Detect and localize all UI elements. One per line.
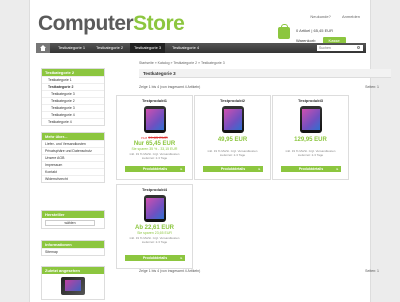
categories-title: Testkategorie 2 [42,69,104,76]
listing-info-top: Zeige 1 bis 4 (von insgesamt 4 Artikeln)… [139,85,379,89]
old-price: nur 99,65 EUR [117,135,192,140]
product-details-button[interactable]: Produktdetails [125,255,185,261]
product-name[interactable]: Testprodukt2 [195,98,270,103]
category-item[interactable]: Testkategorie 3 [42,90,104,97]
top-links: Neukunde? Anmelden [300,14,360,19]
home-icon[interactable] [36,43,50,53]
breadcrumb: Startseite » Katalog » Testkategorie 2 »… [139,61,225,65]
product-image[interactable] [299,106,322,133]
product-image[interactable] [221,106,244,133]
nav-item-2[interactable]: Testkategorie 2 [92,43,127,53]
page: ComputerStore Neukunde? Anmelden 0 Artik… [29,0,391,302]
product-image[interactable] [143,195,166,222]
info-link[interactable]: Widerrufsrecht [42,175,104,182]
product-thumbnail[interactable] [61,277,85,295]
product-price: 129,95 EUR [294,137,327,143]
old-price-value: 99,65 EUR [148,135,168,140]
info-link[interactable]: Impressum [42,161,104,168]
product-name[interactable]: Testprodukt3 [273,98,348,103]
old-price-label: nur [141,135,148,140]
product-name[interactable]: Testprodukt1 [117,98,192,103]
page-title: Testkategorie 3 [139,69,391,78]
shopping-bag-icon[interactable] [278,24,290,39]
more-about-box: Mehr über... Liefer- und Versandkosten P… [41,132,105,183]
category-item[interactable]: Testkategorie 1 [42,76,104,83]
logo-text-store: Store [133,12,185,35]
nav-item-1[interactable]: Testkategorie 1 [54,43,89,53]
category-item[interactable]: Testkategorie 2 [42,97,104,104]
savings: Sie sparen 35 % - 33,15 EUR [131,147,178,151]
recently-viewed-box: Zuletzt angesehen [41,266,105,300]
more-about-title: Mehr über... [42,133,104,140]
sitemap-link[interactable]: Sitemap [42,248,104,255]
shipping-time: Lieferzeit: 2-3 Tage [219,153,246,157]
manufacturer-select[interactable]: wählen [45,220,95,226]
product-details-button[interactable]: Produktdetails [203,166,263,172]
store-logo[interactable]: ComputerStore [38,12,185,36]
info-link[interactable]: Privatsphäre und Datenschutz [42,147,104,154]
category-item[interactable]: Testkategorie 2 [42,83,104,90]
logo-text-computer: Computer [38,12,134,35]
shipping-time: Lieferzeit: 2-3 Tage [141,156,168,160]
information-title: Informationen [42,241,104,248]
category-item[interactable]: Testkategorie 3 [42,104,104,111]
product-card[interactable]: Testprodukt2 49,95 EUR inkl. 19 % MwSt. … [194,95,271,180]
info-link[interactable]: Liefer- und Versandkosten [42,140,104,147]
savings: Sie sparen 23,65 EUR [137,231,172,235]
info-link[interactable]: Unsere AGB [42,154,104,161]
listing-count: Zeige 1 bis 4 (von insgesamt 4 Artikeln) [139,85,201,89]
cart-summary: 0 Artikel | 65,45 EUR [296,28,334,33]
pager[interactable]: Seiten: 1 [365,269,379,273]
recently-viewed-title: Zuletzt angesehen [42,267,104,274]
product-image[interactable] [143,106,166,133]
product-card[interactable]: Testprodukt4 Ab 22,61 EUR Sie sparen 23,… [116,184,193,269]
product-details-button[interactable]: Produktdetails [125,166,185,172]
main-nav: Testkategorie 1 Testkategorie 2 Testkate… [36,43,366,53]
pager[interactable]: Seiten: 1 [365,85,379,89]
new-customer-link[interactable]: Neukunde? [310,14,330,19]
manufacturer-box: Herstelller wählen [41,210,105,229]
product-details-button[interactable]: Produktdetails [281,166,341,172]
info-link[interactable]: Kontakt [42,168,104,175]
nav-item-4[interactable]: Testkategorie 4 [168,43,203,53]
product-name[interactable]: Testprodukt4 [117,187,192,192]
listing-info-bottom: Zeige 1 bis 4 (von insgesamt 4 Artikeln)… [139,269,379,273]
nav-item-3[interactable]: Testkategorie 3 [130,43,166,53]
categories-box: Testkategorie 2 Testkategorie 1 Testkate… [41,68,105,126]
shipping-time: Lieferzeit: 2-3 Tage [297,153,324,157]
search-icon[interactable] [357,46,360,49]
information-box: Informationen Sitemap [41,240,105,256]
manufacturer-title: Herstelller [42,211,104,218]
category-item[interactable]: Testkategorie 4 [42,118,104,125]
shipping-time: Lieferzeit: 2-3 Tage [141,240,168,244]
category-item[interactable]: Testkategorie 4 [42,111,104,118]
listing-count: Zeige 1 bis 4 (von insgesamt 4 Artikeln) [139,269,201,273]
product-price: 49,95 EUR [217,137,248,143]
login-link[interactable]: Anmelden [342,14,360,19]
product-card[interactable]: Testprodukt1 nur 99,65 EUR Nur 65,45 EUR… [116,95,193,180]
product-card[interactable]: Testprodukt3 129,95 EUR inkl. 19 % MwSt.… [272,95,349,180]
